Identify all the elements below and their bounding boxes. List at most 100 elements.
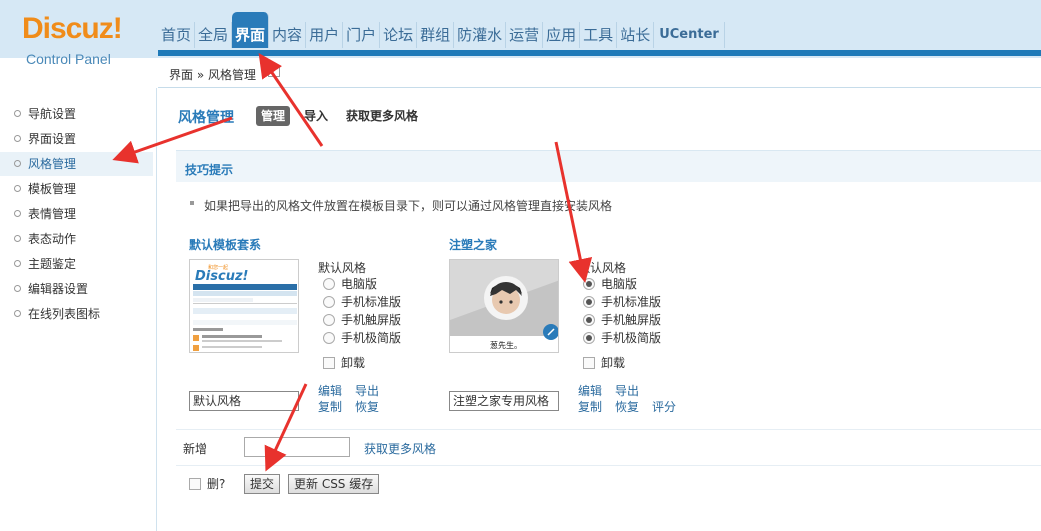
radio-desktop-1[interactable]: 电脑版 bbox=[323, 276, 377, 292]
nav-groups[interactable]: 群组 bbox=[417, 22, 455, 48]
nav-global[interactable]: 全局 bbox=[195, 22, 233, 48]
discuz-admin-panel: { "logo": {"word": "Discuz!", "sub": "Co… bbox=[0, 0, 1041, 531]
divider bbox=[176, 465, 1041, 466]
sidebar-item-thread-stamps[interactable]: 主题鉴定 bbox=[0, 252, 153, 276]
rate-link-2[interactable]: 评分 bbox=[652, 398, 676, 415]
sidebar-item-label: 主题鉴定 bbox=[28, 257, 77, 271]
sidebar-item-template-manage[interactable]: 模板管理 bbox=[0, 177, 153, 201]
radio-icon bbox=[323, 314, 335, 326]
bullet-icon bbox=[14, 110, 21, 117]
update-css-cache-button[interactable]: 更新 CSS 缓存 bbox=[288, 474, 380, 494]
radio-touch-1[interactable]: 手机触屏版 bbox=[323, 312, 401, 328]
nav-admin[interactable]: 站长 bbox=[617, 22, 655, 48]
edit-link-2[interactable]: 编辑 bbox=[578, 382, 602, 399]
sidebar-item-ui-settings[interactable]: 界面设置 bbox=[0, 127, 153, 151]
option-label: 手机标准版 bbox=[601, 295, 662, 309]
style-name-default: 默认模板套系 bbox=[189, 238, 262, 252]
export-link-2[interactable]: 导出 bbox=[615, 382, 639, 399]
tip-bullet-icon bbox=[190, 201, 194, 205]
radio-mini-2[interactable]: 手机极简版 bbox=[583, 330, 661, 346]
sidebar-item-online-icons[interactable]: 在线列表图标 bbox=[0, 302, 153, 326]
delete-label: 删? bbox=[207, 477, 226, 491]
bullet-icon bbox=[14, 310, 21, 317]
sidebar-item-label: 表态动作 bbox=[28, 232, 77, 246]
avatar-preview-image: 葱先生。 bbox=[450, 260, 558, 352]
main-content: 风格管理 管理 导入 获取更多风格 技巧提示 如果把导出的风格文件放置在模板目录… bbox=[158, 89, 1041, 531]
style-preview-zhusu: 葱先生。 bbox=[449, 259, 559, 353]
nav-apps[interactable]: 应用 bbox=[543, 22, 581, 48]
option-label: 电脑版 bbox=[341, 277, 378, 291]
nav-home[interactable]: 首页 bbox=[158, 22, 196, 48]
forum-preview-thumbnail: Discuz! 和您一起 bbox=[190, 260, 298, 352]
option-label: 手机极简版 bbox=[601, 331, 662, 345]
get-more-styles-link[interactable]: 获取更多风格 bbox=[364, 440, 436, 457]
avatar-caption: 葱先生。 bbox=[490, 340, 522, 350]
radio-icon bbox=[583, 278, 595, 290]
style-name-input-2[interactable]: 注塑之家专用风格 bbox=[449, 391, 559, 411]
option-label: 手机触屏版 bbox=[341, 313, 402, 327]
restore-link-1[interactable]: 恢复 bbox=[355, 398, 379, 415]
radio-desktop-2[interactable]: 电脑版 bbox=[583, 276, 637, 292]
nav-interface[interactable]: 界面 bbox=[232, 12, 270, 48]
radio-icon bbox=[583, 332, 595, 344]
sidebar-item-label: 在线列表图标 bbox=[28, 307, 101, 321]
new-label: 新增 bbox=[183, 442, 208, 456]
radio-icon bbox=[323, 278, 335, 290]
top-nav: 首页 全局 界面 内容 用户 门户 论坛 群组 防灌水 运营 应用 工具 站长 … bbox=[158, 12, 725, 48]
radio-icon bbox=[583, 296, 595, 308]
nav-content[interactable]: 内容 bbox=[269, 22, 307, 48]
tips-title: 技巧提示 bbox=[185, 163, 234, 177]
edit-link-1[interactable]: 编辑 bbox=[318, 382, 342, 399]
uninstall-label: 卸载 bbox=[601, 356, 626, 370]
tips-bar: 技巧提示 bbox=[176, 150, 1041, 182]
sidebar-item-label: 模板管理 bbox=[28, 182, 77, 196]
nav-operations[interactable]: 运营 bbox=[506, 22, 544, 48]
checkbox-icon bbox=[323, 357, 335, 369]
nav-antispam[interactable]: 防灌水 bbox=[454, 22, 507, 48]
nav-forum[interactable]: 论坛 bbox=[380, 22, 418, 48]
sidebar-item-editor-settings[interactable]: 编辑器设置 bbox=[0, 277, 153, 301]
sidebar: 导航设置 界面设置 风格管理 模板管理 表情管理 表态动作 主题鉴定 编辑器设置… bbox=[0, 88, 157, 531]
radio-mini-1[interactable]: 手机极简版 bbox=[323, 330, 401, 346]
sidebar-item-smilies[interactable]: 表情管理 bbox=[0, 202, 153, 226]
sidebar-item-style-manage[interactable]: 风格管理 bbox=[0, 152, 153, 176]
radio-touch-2[interactable]: 手机触屏版 bbox=[583, 312, 661, 328]
submit-button[interactable]: 提交 bbox=[244, 474, 281, 494]
sidebar-item-nav-settings[interactable]: 导航设置 bbox=[0, 102, 153, 126]
radio-mobile-std-1[interactable]: 手机标准版 bbox=[323, 294, 401, 310]
restore-link-2[interactable]: 恢复 bbox=[615, 398, 639, 415]
uninstall-checkbox-1[interactable]: 卸载 bbox=[323, 355, 365, 371]
radio-mobile-std-2[interactable]: 手机标准版 bbox=[583, 294, 661, 310]
sidebar-item-label: 编辑器设置 bbox=[28, 282, 89, 296]
delete-checkbox[interactable]: 删? bbox=[189, 476, 225, 492]
export-link-1[interactable]: 导出 bbox=[355, 382, 379, 399]
add-shortcut-icon[interactable] bbox=[268, 67, 280, 77]
option-label: 电脑版 bbox=[601, 277, 638, 291]
copy-link-1[interactable]: 复制 bbox=[318, 398, 342, 415]
bullet-icon bbox=[14, 285, 21, 292]
default-style-label-2: 默认风格 bbox=[578, 261, 627, 275]
preview-logo-tag: 和您一起 bbox=[208, 264, 228, 271]
tab-import[interactable]: 导入 bbox=[299, 106, 333, 126]
style-name-input-1[interactable]: 默认风格 bbox=[189, 391, 299, 411]
bullet-icon bbox=[14, 235, 21, 242]
nav-ucenter[interactable]: UCenter bbox=[654, 22, 725, 48]
tab-manage[interactable]: 管理 bbox=[256, 106, 291, 126]
nav-users[interactable]: 用户 bbox=[306, 22, 344, 48]
sidebar-item-reactions[interactable]: 表态动作 bbox=[0, 227, 153, 251]
nav-underline bbox=[158, 50, 1041, 56]
uninstall-checkbox-2[interactable]: 卸载 bbox=[583, 355, 625, 371]
sidebar-item-label: 风格管理 bbox=[28, 157, 77, 171]
nav-tools[interactable]: 工具 bbox=[580, 22, 618, 48]
discuz-logo[interactable]: Discuz! Control Panel bbox=[0, 0, 157, 87]
radio-icon bbox=[323, 296, 335, 308]
bullet-icon bbox=[14, 210, 21, 217]
radio-icon bbox=[323, 332, 335, 344]
uninstall-label: 卸载 bbox=[341, 356, 366, 370]
nav-portal[interactable]: 门户 bbox=[343, 22, 381, 48]
preview-logo-text: Discuz! bbox=[195, 269, 249, 284]
bullet-icon bbox=[14, 135, 21, 142]
copy-link-2[interactable]: 复制 bbox=[578, 398, 602, 415]
tab-more-styles[interactable]: 获取更多风格 bbox=[341, 106, 423, 126]
new-style-input[interactable] bbox=[244, 437, 350, 457]
